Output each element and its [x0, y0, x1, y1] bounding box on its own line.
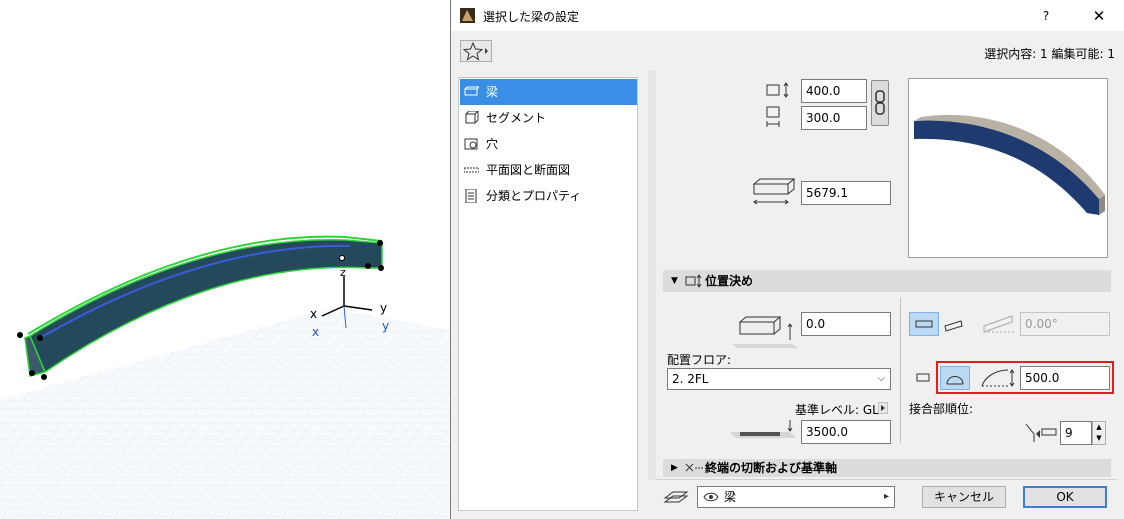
horizontal-beam-icon: [915, 320, 933, 328]
horizontal-beam-button[interactable]: [909, 312, 939, 336]
close-button[interactable]: ✕: [1089, 6, 1109, 26]
straight-beam-icon: [916, 373, 930, 382]
floorplan-section-icon: [464, 167, 479, 173]
arrow-right-icon[interactable]: [878, 402, 888, 414]
nav-item-label: セグメント: [486, 111, 547, 125]
nav-item-label: 平面図と断面図: [486, 163, 571, 177]
curve-height-icon: [981, 369, 1015, 387]
cancel-button[interactable]: キャンセル: [922, 486, 1006, 508]
nav-item-classification[interactable]: 分類とプロパティ: [460, 183, 637, 209]
expand-arrow-icon: ▶: [671, 463, 678, 473]
beam-length-icon: [752, 178, 796, 205]
joint-order-input[interactable]: 9: [1060, 421, 1092, 445]
dialog-title: 選択した梁の設定: [483, 10, 580, 24]
selection-info: 選択内容: 1 編集可能: 1: [984, 47, 1115, 61]
curved-beam-button[interactable]: [940, 366, 970, 390]
chevron-down-icon: ⌵: [877, 373, 885, 384]
nav-item-label: 梁: [486, 85, 499, 99]
axis-y2-label: y: [382, 319, 389, 333]
joint-order-stepper[interactable]: ▲ ▼: [1092, 421, 1106, 445]
layer-select[interactable]: 梁 ▸: [697, 486, 895, 508]
link-dimensions-button[interactable]: [871, 80, 889, 126]
stepper-down-icon[interactable]: ▼: [1093, 433, 1105, 444]
reference-level-input[interactable]: 3500.0: [801, 420, 891, 444]
joint-order-icon: [1025, 423, 1057, 442]
section-positioning-header[interactable]: ▼ 位置決め: [663, 270, 1111, 292]
section-title: 位置決め: [705, 274, 754, 288]
slant-angle-input[interactable]: 0.00°: [1020, 312, 1110, 336]
beam-height-icon: [766, 106, 780, 127]
slanted-beam-button[interactable]: [940, 312, 970, 336]
reference-level-icon: [730, 420, 796, 438]
curve-height-input[interactable]: 500.0: [1020, 366, 1110, 390]
beam-icon: [464, 86, 479, 96]
axis-z-label: z: [340, 266, 346, 279]
ok-button[interactable]: OK: [1023, 486, 1107, 508]
end-cut-icon: [685, 463, 704, 472]
joint-order-label: 接合部順位:: [909, 402, 974, 416]
star-icon: [462, 41, 488, 61]
collapse-arrow-icon: ▼: [671, 276, 678, 286]
3d-viewport[interactable]: z x y x y: [0, 0, 450, 519]
favorites-button[interactable]: [460, 40, 492, 62]
layer-icon: [663, 491, 689, 503]
slanted-beam-icon: [944, 320, 963, 332]
axis-y-label: y: [380, 301, 387, 315]
arrow-right-icon: ▸: [883, 491, 889, 502]
nav-item-label: 穴: [486, 137, 499, 151]
nav-item-floorplan-section[interactable]: 平面図と断面図: [460, 157, 637, 183]
help-button[interactable]: ?: [1036, 6, 1056, 26]
curved-beam-icon: [946, 376, 964, 385]
nav-item-beam[interactable]: 梁: [460, 79, 637, 105]
home-floor-value: 2. 2FL: [672, 372, 709, 386]
beam-width-icon: [766, 82, 789, 98]
section-end-cuts-header[interactable]: ▶ 終端の切断および基準軸: [663, 459, 1111, 477]
slant-angle-icon: [983, 315, 1016, 333]
vertical-divider: [900, 298, 901, 443]
beam-width-input[interactable]: 400.0: [801, 79, 867, 103]
straight-beam-button[interactable]: [909, 366, 939, 390]
axis-x-label: x: [310, 307, 317, 321]
segment-icon: [465, 111, 479, 124]
classification-icon: [465, 189, 477, 203]
stepper-up-icon[interactable]: ▲: [1093, 422, 1105, 433]
settings-nav-list: 梁 セグメント 穴 平面図と断面図 分類とプロパティ: [458, 77, 638, 511]
chain-link-icon: [875, 90, 885, 115]
offset-icon: [732, 316, 798, 348]
beam-preview[interactable]: [908, 78, 1108, 258]
vertical-scrollbar[interactable]: [648, 70, 656, 480]
axis-x2-label: x: [312, 325, 319, 339]
offset-input[interactable]: 0.0: [801, 312, 891, 336]
hole-icon: [464, 138, 478, 150]
footer-divider: [655, 479, 1117, 480]
archicad-app-icon: [460, 8, 475, 23]
nav-item-hole[interactable]: 穴: [460, 131, 637, 157]
nav-item-segment[interactable]: セグメント: [460, 105, 637, 131]
layer-value: 梁: [724, 490, 737, 504]
section-title: 終端の切断および基準軸: [705, 461, 838, 475]
beam-length-input[interactable]: 5679.1: [801, 181, 891, 205]
nav-item-label: 分類とプロパティ: [486, 189, 582, 203]
reference-level-label: 基準レベル: GL: [795, 403, 879, 417]
home-floor-select[interactable]: 2. 2FL ⌵: [667, 368, 891, 390]
eye-icon: [703, 492, 719, 502]
home-floor-label: 配置フロア:: [667, 353, 732, 367]
beam-height-input[interactable]: 300.0: [801, 106, 867, 130]
positioning-icon: [685, 274, 702, 288]
3d-scene: z x y x y: [0, 235, 450, 519]
preview-render: [914, 114, 1105, 215]
title-bar[interactable]: 選択した梁の設定 ? ✕: [451, 0, 1124, 31]
